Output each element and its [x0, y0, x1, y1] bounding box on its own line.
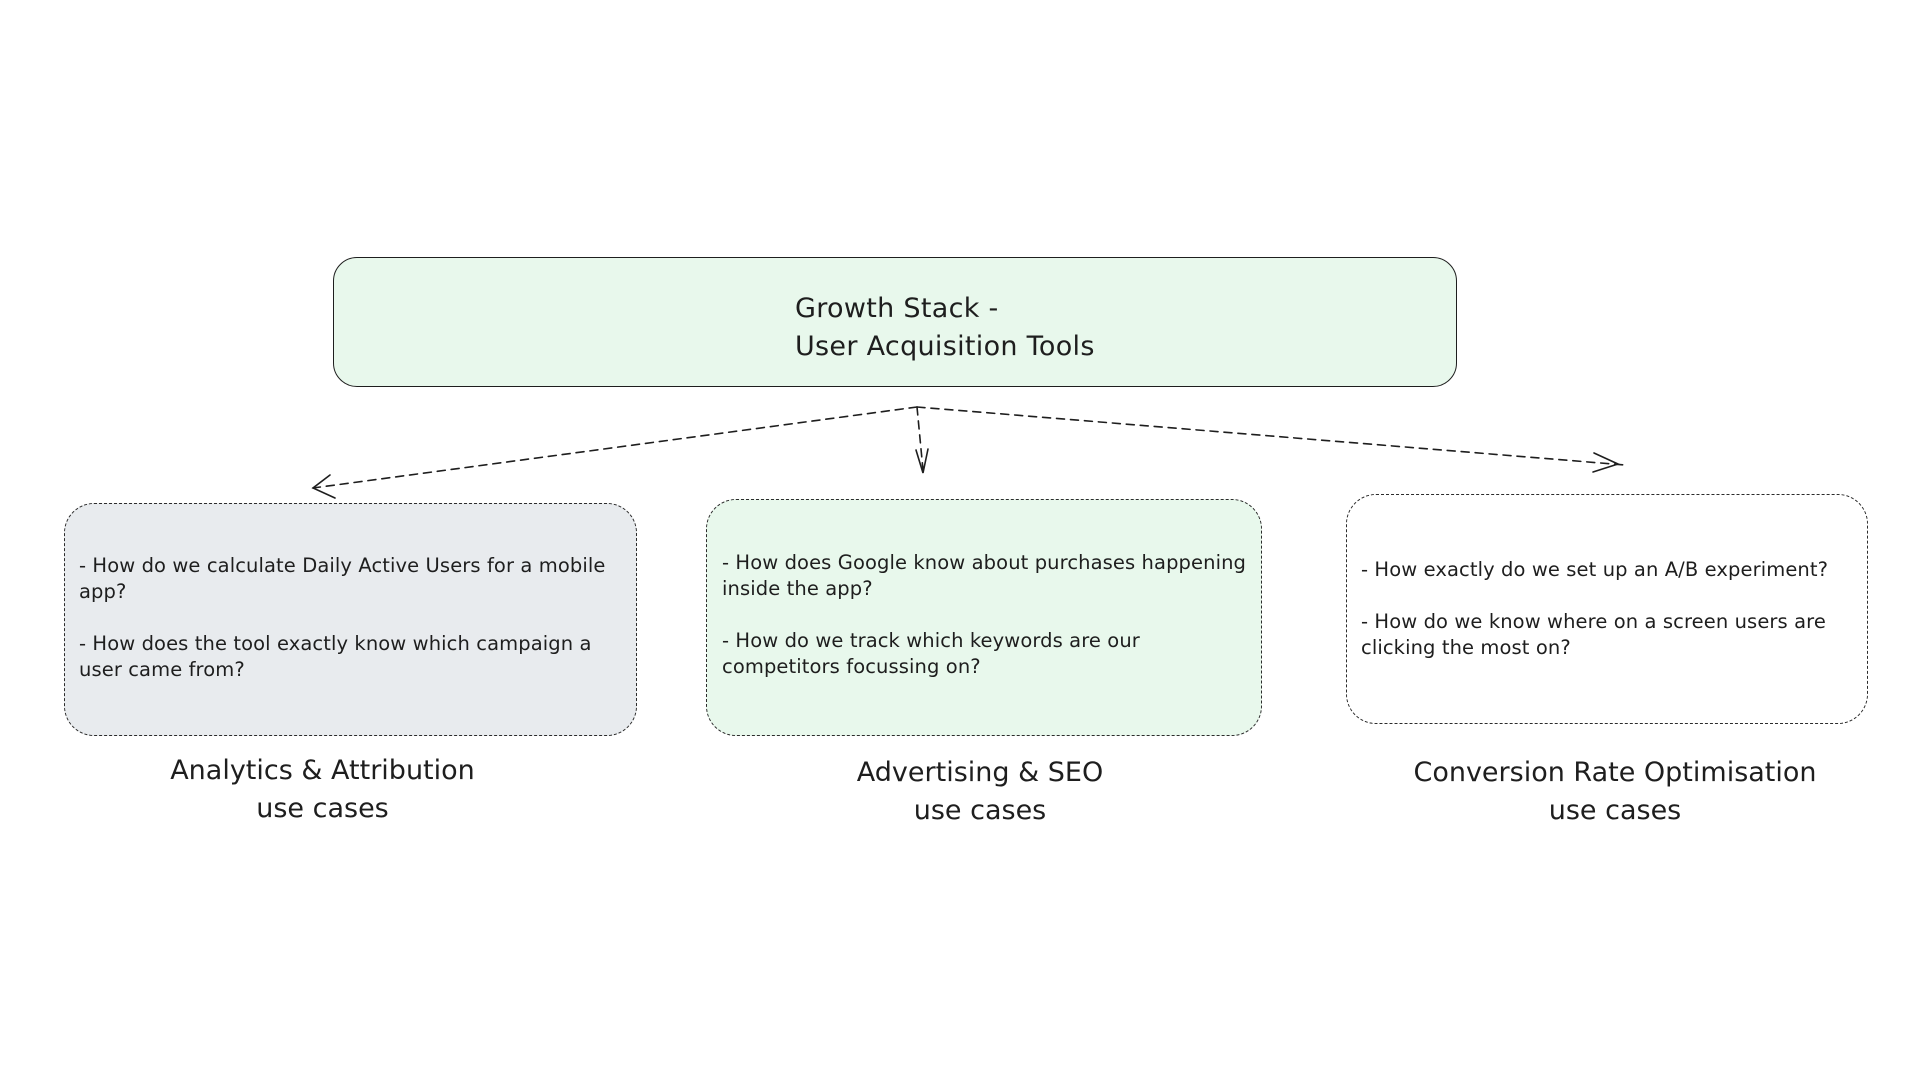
cro-questions: - How exactly do we set up an A/B experi…: [1361, 557, 1871, 687]
root-node-title: Growth Stack - User Acquisition Tools: [795, 290, 1095, 366]
label-line1: Advertising & SEO: [856, 757, 1104, 788]
label-line2: use cases: [913, 795, 1047, 826]
question-item: - How do we know where on a screen users…: [1361, 610, 1826, 659]
arrow-to-analytics: [312, 406, 918, 489]
label-line2: use cases: [1548, 795, 1682, 826]
question-item: - How does the tool exactly know which c…: [79, 632, 592, 681]
arrow-to-advertising: [916, 406, 924, 471]
arrowhead-analytics: [311, 474, 336, 499]
question-item: - How do we calculate Daily Active Users…: [79, 554, 606, 603]
advertising-seo-label: Advertising & SEO use cases: [830, 754, 1130, 830]
root-title-line2: User Acquisition Tools: [795, 331, 1095, 362]
root-title-line1: Growth Stack -: [795, 293, 999, 324]
analytics-questions: - How do we calculate Daily Active Users…: [79, 553, 624, 709]
conversion-rate-optimisation-label: Conversion Rate Optimisation use cases: [1375, 754, 1855, 830]
question-item: - How exactly do we set up an A/B experi…: [1361, 558, 1829, 581]
label-line1: Analytics & Attribution: [170, 755, 475, 786]
advertising-questions: - How does Google know about purchases h…: [722, 550, 1262, 706]
analytics-attribution-label: Analytics & Attribution use cases: [150, 752, 495, 828]
arrow-to-cro: [916, 406, 1626, 466]
question-item: - How does Google know about purchases h…: [722, 551, 1247, 600]
arrowhead-advertising: [915, 448, 929, 474]
label-line2: use cases: [256, 793, 389, 824]
arrowhead-cro: [1592, 452, 1621, 473]
label-line1: Conversion Rate Optimisation: [1413, 757, 1817, 788]
question-item: - How do we track which keywords are our…: [722, 629, 1140, 678]
